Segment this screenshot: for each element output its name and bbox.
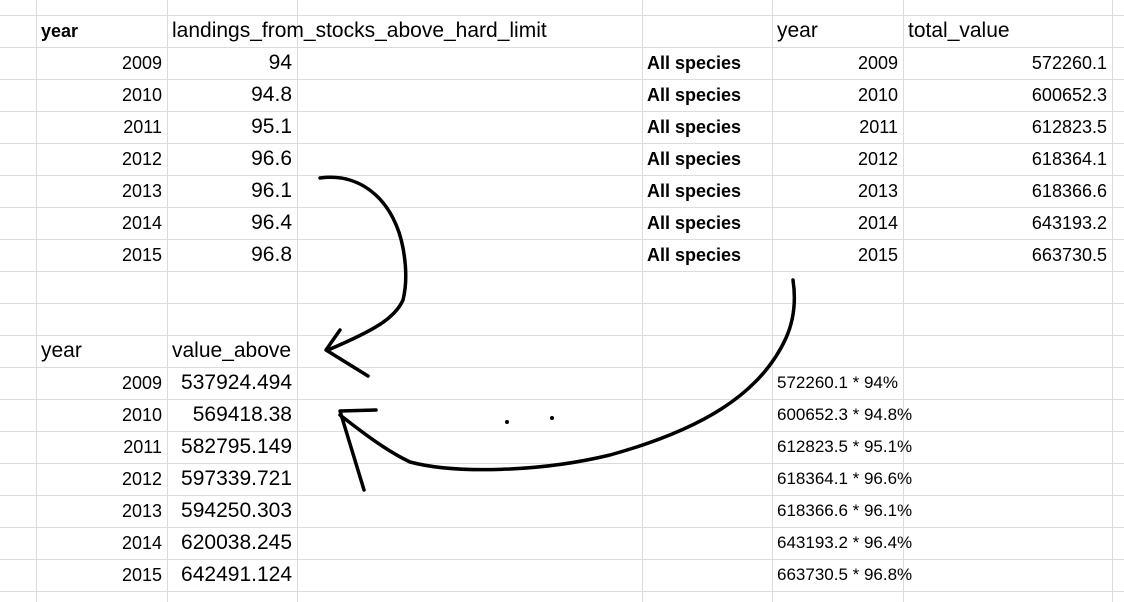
hand-drawn-annotations: [318, 175, 797, 492]
left-arrowhead: [324, 328, 370, 378]
left-curved-arrow: [318, 175, 408, 352]
stray-dot: [505, 420, 509, 424]
right-curved-arrow: [338, 278, 797, 472]
right-arrowhead: [338, 408, 378, 492]
stray-dot: [550, 416, 554, 420]
spreadsheet-grid: year landings_from_stocks_above_hard_lim…: [0, 0, 1124, 602]
